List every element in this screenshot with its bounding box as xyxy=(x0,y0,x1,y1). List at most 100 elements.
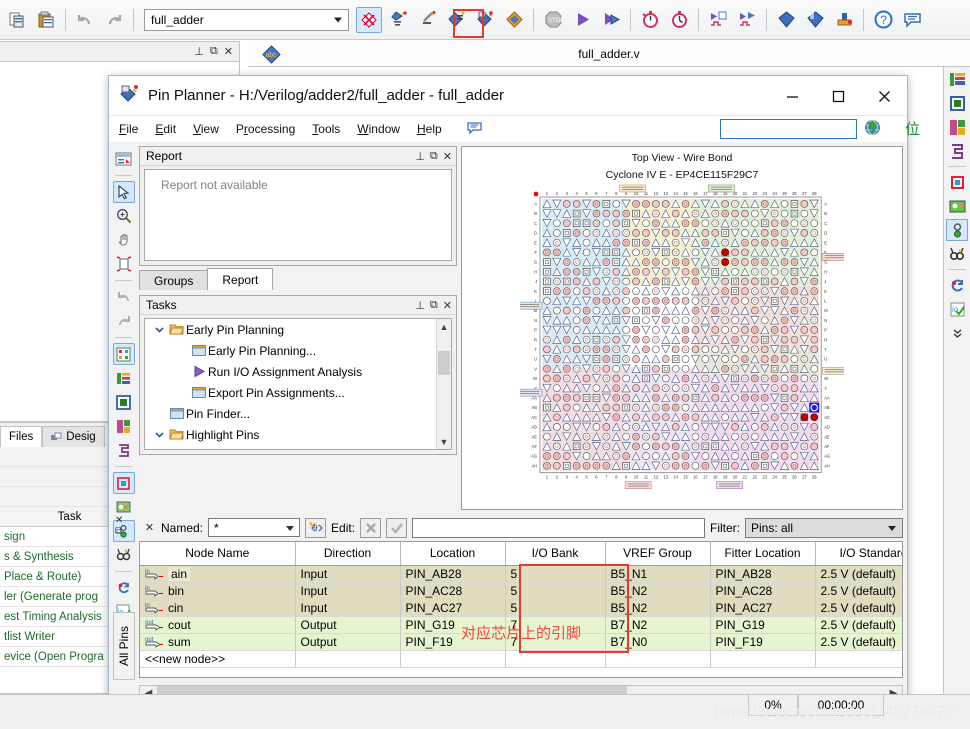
accept-icon[interactable] xyxy=(386,517,408,538)
restore-icon[interactable]: ⧉ xyxy=(430,299,438,312)
select-tool-icon[interactable] xyxy=(112,181,135,203)
cell-empty[interactable] xyxy=(295,650,401,668)
tab-report[interactable]: Report xyxy=(207,268,274,290)
chip-pin-grid[interactable]: 1122334455667788991010111112121313141415… xyxy=(520,183,844,493)
cell-empty[interactable] xyxy=(400,650,506,668)
cell-direction[interactable]: Input xyxy=(295,565,401,583)
cell-std[interactable]: 2.5 V (default) xyxy=(815,582,902,600)
pad-view-icon[interactable] xyxy=(113,367,135,389)
task-item-i-o-banks[interactable]: I/O Banks xyxy=(145,445,451,450)
wildcard-icon[interactable] xyxy=(305,517,327,538)
menu-processing[interactable]: Processing xyxy=(236,122,295,136)
stop-icon[interactable]: STOP xyxy=(540,7,566,33)
tab-files[interactable]: Files xyxy=(0,426,43,447)
cell-node[interactable]: in ain xyxy=(140,565,296,583)
menu-window[interactable]: Window xyxy=(357,122,400,136)
all-pins-side-tab[interactable]: All Pins xyxy=(113,612,135,680)
chip-package-view[interactable]: Top View - Wire Bond Cyclone IV E - EP4C… xyxy=(461,146,903,510)
table-row[interactable]: in cin Input PIN_AC27 5 B5_N2 PIN_AC27 2.5 V (d… xyxy=(140,599,902,617)
cell-vref[interactable]: B5_N2 xyxy=(605,582,711,600)
analysis-synthesis-icon[interactable] xyxy=(414,7,440,33)
menu-help[interactable]: Help xyxy=(417,122,442,136)
messages-icon[interactable] xyxy=(467,121,482,138)
task-item-run-i-o-assignment-analysis[interactable]: Run I/O Assignment Analysis xyxy=(145,361,451,382)
new-node-label[interactable]: <<new node>> xyxy=(140,650,296,668)
zoom-tool-icon[interactable] xyxy=(113,205,135,227)
minimize-icon[interactable] xyxy=(769,76,815,116)
refresh-icon[interactable] xyxy=(946,274,968,296)
netlist-icon[interactable] xyxy=(946,140,968,162)
pin-icon[interactable]: ⊥ xyxy=(194,45,204,58)
column-header-vref-group[interactable]: VREF Group xyxy=(605,542,711,566)
fit-in-window-icon[interactable] xyxy=(113,253,135,275)
column-header-direction[interactable]: Direction xyxy=(295,542,401,566)
editor-tab-full-adder-v[interactable]: abc full_adder.v xyxy=(248,41,970,67)
cell-bank[interactable]: 5 xyxy=(505,565,606,583)
chevron-down-icon[interactable] xyxy=(151,429,167,440)
new-node-row[interactable]: <<new node>> xyxy=(140,650,902,668)
signaltap-icon[interactable] xyxy=(705,7,731,33)
search-input[interactable] xyxy=(720,119,857,139)
chip-planner-icon[interactable] xyxy=(946,195,968,217)
pin-planner-icon[interactable] xyxy=(946,171,968,193)
timequest-icon[interactable] xyxy=(666,7,692,33)
task-item-highlight-pins[interactable]: Highlight Pins xyxy=(145,424,451,445)
restore-icon[interactable]: ⧉ xyxy=(430,150,438,163)
cell-std[interactable]: 2.5 V (default) xyxy=(815,565,902,583)
timing-analyzer-icon[interactable] xyxy=(637,7,663,33)
cell-direction[interactable]: Input xyxy=(295,599,401,617)
filter-combo[interactable]: Pins: all xyxy=(745,517,903,538)
cell-node[interactable]: in bin xyxy=(140,582,296,600)
package-view-icon[interactable] xyxy=(112,343,135,365)
cell-location[interactable]: PIN_AC27 xyxy=(400,599,506,617)
column-header-i-o-bank[interactable]: I/O Bank xyxy=(505,542,606,566)
menu-file[interactable]: File xyxy=(119,122,138,136)
messages-icon[interactable] xyxy=(899,7,925,33)
scroll-up-icon[interactable]: ▲ xyxy=(437,319,451,334)
cell-vref[interactable]: B5_N1 xyxy=(605,565,711,583)
pin-icon[interactable]: ⊥ xyxy=(415,299,425,312)
menu-tools[interactable]: Tools xyxy=(312,122,340,136)
megawizard-icon[interactable] xyxy=(946,116,968,138)
cell-fitter[interactable]: PIN_AC28 xyxy=(710,582,816,600)
close-icon[interactable]: ✕ xyxy=(143,521,156,534)
resource-view-icon[interactable] xyxy=(113,415,135,437)
cell-empty[interactable] xyxy=(505,650,606,668)
column-header-i-o-standard[interactable]: I/O Standard xyxy=(815,542,902,566)
table-row[interactable]: in bin Input PIN_AC28 5 B5_N2 PIN_AC28 2.5 V (d… xyxy=(140,582,902,600)
maximize-icon[interactable] xyxy=(815,76,861,116)
cell-empty[interactable] xyxy=(815,650,902,668)
report-tabstrip[interactable]: Groups Report xyxy=(139,268,457,290)
close-icon[interactable]: ✕ xyxy=(115,515,123,526)
more-icon[interactable] xyxy=(946,322,968,344)
globe-icon[interactable] xyxy=(864,119,881,139)
pin-planner-menubar[interactable]: File Edit View Processing Tools Window Help xyxy=(109,116,907,142)
cell-std[interactable]: 2.5 V (default) xyxy=(815,599,902,617)
undo-icon[interactable] xyxy=(72,7,98,33)
named-combo[interactable]: * xyxy=(208,518,301,537)
close-icon[interactable]: ✕ xyxy=(224,45,233,58)
project-revision-combo[interactable]: full_adder xyxy=(144,8,349,31)
cell-bank[interactable]: 5 xyxy=(505,582,606,600)
tasks-scrollbar[interactable]: ▲ ▼ xyxy=(436,319,451,449)
editor-icon[interactable] xyxy=(946,92,968,114)
assignment-editor-icon[interactable] xyxy=(501,7,527,33)
io-bank-icon[interactable] xyxy=(112,472,135,494)
restore-icon[interactable]: ⧉ xyxy=(210,45,218,58)
main-right-rail[interactable]: io xyxy=(943,41,970,694)
column-header-node-name[interactable]: Node Name xyxy=(140,542,296,566)
help-icon[interactable]: ? xyxy=(870,7,896,33)
tab-groups[interactable]: Groups xyxy=(139,270,209,290)
cell-vref[interactable]: B5_N2 xyxy=(605,599,711,617)
verify-icon[interactable]: io xyxy=(946,298,968,320)
scroll-down-icon[interactable]: ▼ xyxy=(437,434,451,449)
task-item-early-pin-planning[interactable]: Early Pin Planning xyxy=(145,319,451,340)
cell-fitter[interactable]: PIN_AB28 xyxy=(710,565,816,583)
copy-icon[interactable] xyxy=(4,7,30,33)
refresh-icon[interactable] xyxy=(113,577,135,599)
analysis-elaboration-icon[interactable] xyxy=(385,7,411,33)
pin-planner-icon[interactable] xyxy=(472,7,498,33)
pin-icon[interactable]: ⊥ xyxy=(415,150,425,163)
close-icon[interactable] xyxy=(861,76,907,116)
pan-tool-icon[interactable] xyxy=(113,229,135,251)
